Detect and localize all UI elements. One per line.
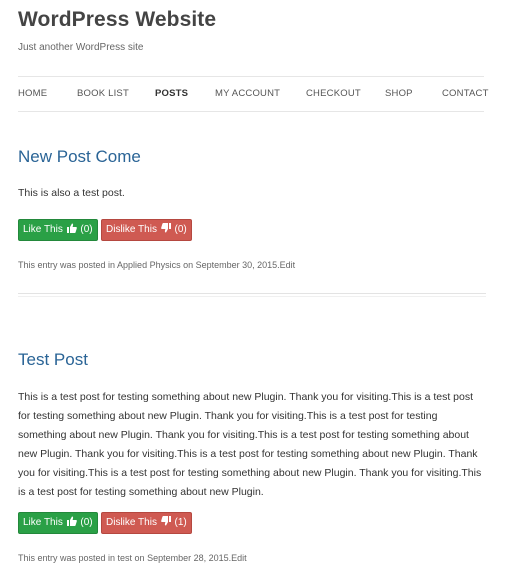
like-button[interactable]: Like This (0) <box>18 512 98 534</box>
dislike-button-label: Dislike This <box>106 224 157 235</box>
thumbs-up-icon <box>66 514 77 534</box>
main-navigation: HOME BOOK LIST POSTS MY ACCOUNT CHECKOUT… <box>18 76 488 112</box>
entry-meta: This entry was posted in test on Septemb… <box>18 553 247 563</box>
site-description: Just another WordPress site <box>18 42 144 53</box>
dislike-count: (1) <box>174 517 187 528</box>
thumbs-down-icon <box>160 221 171 241</box>
post-title[interactable]: Test Post <box>18 350 88 370</box>
nav-item-shop[interactable]: SHOP <box>385 88 413 99</box>
nav-item-home[interactable]: HOME <box>18 88 47 99</box>
entry-meta: This entry was posted in Applied Physics… <box>18 260 296 270</box>
nav-item-posts[interactable]: POSTS <box>155 88 188 99</box>
thumbs-up-icon <box>66 221 77 241</box>
nav-item-my-account[interactable]: MY ACCOUNT <box>215 88 280 99</box>
dislike-count: (0) <box>174 224 187 235</box>
nav-item-book-list[interactable]: BOOK LIST <box>77 88 129 99</box>
post-content: This is a test post for testing somethin… <box>18 391 482 498</box>
post-divider <box>18 293 486 297</box>
thumbs-down-icon <box>160 514 171 534</box>
dislike-button-label: Dislike This <box>106 517 157 528</box>
like-button-label: Like This <box>23 224 63 235</box>
dislike-button[interactable]: Dislike This (1) <box>101 512 192 534</box>
post-content: This is also a test post. <box>18 187 125 199</box>
site-title[interactable]: WordPress Website <box>18 8 216 32</box>
post-title[interactable]: New Post Come <box>18 147 141 167</box>
like-count: (0) <box>80 224 93 235</box>
like-button[interactable]: Like This (0) <box>18 219 98 241</box>
nav-item-checkout[interactable]: CHECKOUT <box>306 88 361 99</box>
nav-item-contact[interactable]: CONTACT <box>442 88 489 99</box>
like-count: (0) <box>80 517 93 528</box>
dislike-button[interactable]: Dislike This (0) <box>101 219 192 241</box>
like-button-label: Like This <box>23 517 63 528</box>
